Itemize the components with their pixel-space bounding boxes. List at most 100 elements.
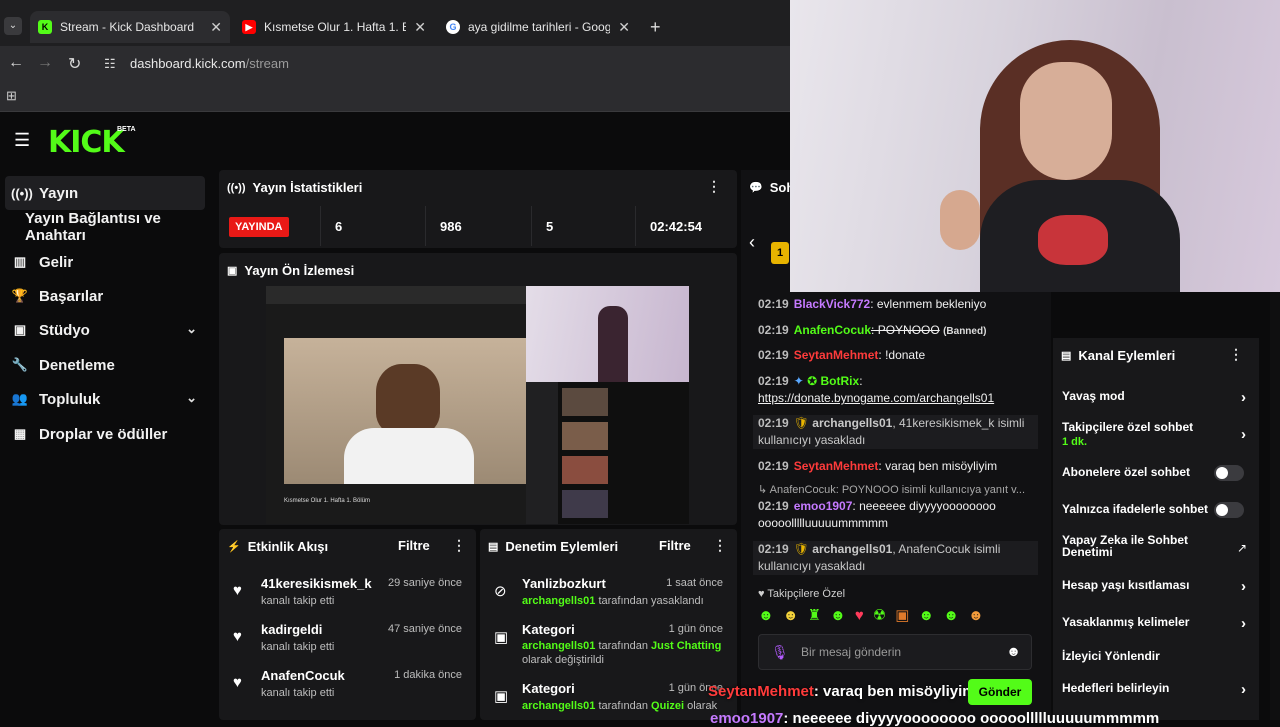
community-icon: 👥: [11, 391, 29, 406]
moderator-name[interactable]: archangells01: [522, 595, 595, 607]
category-icon: ▣: [494, 688, 509, 705]
external-link-icon[interactable]: ↗: [1237, 541, 1247, 555]
chat-username[interactable]: archangells01: [812, 542, 892, 556]
close-icon[interactable]: ✕: [210, 19, 222, 36]
action-subscribers-only[interactable]: Abonelere özel sohbet: [1062, 465, 1252, 481]
more-options-icon[interactable]: ⋮: [452, 537, 466, 554]
action-banned-words[interactable]: Yasaklanmış kelimeler ›: [1062, 615, 1252, 632]
moderation-target[interactable]: Kategori: [522, 622, 575, 637]
apps-grid-icon[interactable]: ⊞: [6, 88, 17, 104]
chat-username[interactable]: SeytanMehmet: [794, 459, 879, 473]
emote-3-icon[interactable]: ♜: [808, 607, 830, 624]
action-label: Hedefleri belirleyin: [1062, 681, 1170, 695]
emote-7-icon[interactable]: ▣: [895, 607, 918, 624]
action-slow-mode[interactable]: Yavaş mod ›: [1062, 389, 1252, 406]
chat-system-message: 02:19 🛡 archangells01, AnafenCocuk isimli…: [753, 541, 1038, 575]
chat-reply-preview[interactable]: ↳ AnafenCocuk: POYNOOO isimli kullanıcıy…: [758, 482, 1033, 499]
event-username[interactable]: kadirgeldi: [261, 622, 322, 637]
send-button[interactable]: Gönder: [968, 679, 1032, 705]
sidebar-item-gelir[interactable]: ▥ Gelir: [5, 245, 205, 279]
site-info-icon[interactable]: ☷: [104, 56, 116, 72]
tab-search-icon[interactable]: ⌄: [4, 17, 22, 35]
more-options-icon[interactable]: ⋮: [707, 178, 721, 195]
sidebar-item-basarilar[interactable]: 🏆 Başarılar: [5, 279, 205, 313]
kick-logo[interactable]: KICK: [48, 125, 125, 160]
url-field[interactable]: dashboard.kick.com/stream: [130, 56, 289, 71]
action-ai-moderation[interactable]: Yapay Zeka ile Sohbet Denetimi: [1062, 534, 1212, 558]
chat-username[interactable]: SeytanMehmet: [794, 348, 879, 362]
event-username[interactable]: 41keresikismek_k: [261, 576, 372, 591]
action-emotes-only[interactable]: Yalnızca ifadelerle sohbet: [1062, 502, 1252, 518]
action-account-age[interactable]: Hesap yaşı kısıtlaması ›: [1062, 578, 1252, 595]
pinned-badge-icon[interactable]: 1: [771, 242, 789, 264]
right-edge-panel: [1270, 292, 1280, 720]
reload-icon[interactable]: ↻: [68, 54, 81, 74]
filter-button[interactable]: Filtre: [659, 538, 691, 553]
emotes-only-toggle[interactable]: [1214, 502, 1244, 518]
sidebar-item-topluluk[interactable]: 👥 Topluluk ⌄: [5, 382, 205, 416]
panel-header: 💬 Soh: [749, 180, 794, 195]
tab-youtube[interactable]: ▶ Kısmetse Olur 1. Hafta 1. Bölüm ✕: [234, 11, 434, 43]
back-icon[interactable]: ←: [8, 54, 24, 72]
chevron-left-icon[interactable]: ‹: [749, 232, 755, 253]
chevron-right-icon: ›: [1241, 578, 1246, 595]
moderation-target[interactable]: Yanlizbozkurt: [522, 576, 606, 591]
forward-icon[interactable]: →: [37, 54, 53, 72]
panel-header: ▣ Yayın Ön İzlemesi: [227, 263, 354, 278]
chat-text: : !donate: [878, 348, 926, 362]
event-username[interactable]: AnafenCocuk: [261, 668, 345, 683]
emote-6-icon[interactable]: ☢: [873, 607, 895, 624]
preview-recommendations: [558, 382, 689, 524]
event-action: kanalı takip etti: [261, 687, 335, 699]
preview-icon: ▣: [227, 265, 238, 277]
action-raid-viewers[interactable]: İzleyici Yönlendir: [1062, 649, 1252, 663]
moderator-name[interactable]: archangells01: [522, 640, 595, 652]
menu-icon[interactable]: ☰: [14, 130, 30, 151]
emote-bar[interactable]: ☻☻♜☻♥☢▣☻☻☻: [758, 606, 1038, 628]
emote-2-icon[interactable]: ☻: [783, 607, 808, 624]
emote-9-icon[interactable]: ☻: [943, 607, 968, 624]
stream-preview-video[interactable]: Kısmetse Olur 1. Hafta 1. Bölüm: [266, 286, 689, 524]
moderator-name[interactable]: archangells01: [522, 700, 595, 712]
close-icon[interactable]: ✕: [618, 19, 630, 36]
sidebar-item-denetleme[interactable]: 🔧 Denetleme: [5, 348, 205, 382]
chat-message-input[interactable]: 🎙 Bir mesaj gönderin ☻: [758, 634, 1032, 670]
more-options-icon[interactable]: ⋮: [713, 537, 727, 554]
new-tab-icon[interactable]: +: [650, 17, 661, 38]
chevron-down-icon: ⌄: [186, 321, 197, 336]
activity-row: ♥ 41keresikismek_k kanalı takip etti 29 …: [219, 572, 476, 616]
chat-link[interactable]: https://donate.bynogame.com/archangells0…: [758, 391, 994, 405]
stat-value: 986: [440, 218, 462, 234]
more-options-icon[interactable]: ⋮: [1229, 346, 1243, 363]
sidebar-item-yayin[interactable]: ((•)) Yayın: [5, 176, 205, 210]
category-name: Just Chatting: [651, 640, 722, 652]
chat-username[interactable]: archangells01: [812, 416, 892, 430]
sidebar-item-droplar[interactable]: ▦ Droplar ve ödüller: [5, 417, 205, 451]
tab-google[interactable]: G aya gidilme tarihleri - Google'da ✕: [438, 11, 638, 43]
microphone-icon[interactable]: 🎙: [771, 644, 789, 661]
emoji-icon[interactable]: ☻: [1006, 643, 1021, 659]
filter-button[interactable]: Filtre: [398, 538, 430, 553]
heart-icon: ♥: [758, 588, 768, 600]
action-followers-only[interactable]: Takipçilere özel sohbet 1 dk. ›: [1062, 420, 1252, 448]
panel-title: Yayın İstatistikleri: [252, 180, 363, 195]
tab-kick-dashboard[interactable]: K Stream - Kick Dashboard ✕: [30, 11, 230, 43]
emote-10-icon[interactable]: ☻: [968, 607, 993, 624]
action-sublabel: 1 dk.: [1062, 436, 1088, 448]
chat-username[interactable]: emoo1907: [794, 499, 853, 513]
emote-8-icon[interactable]: ☻: [918, 607, 943, 624]
emote-4-icon[interactable]: ☻: [830, 607, 855, 624]
emote-1-icon[interactable]: ☻: [758, 607, 783, 624]
chat-username[interactable]: AnafenCocuk: [794, 323, 871, 337]
action-set-goals[interactable]: Hedefleri belirleyin ›: [1062, 681, 1252, 698]
stat-subs: 5: [531, 206, 637, 246]
chat-timestamp: 02:19: [758, 297, 789, 311]
chat-username[interactable]: BotRix: [821, 374, 860, 388]
sidebar-item-studyo[interactable]: ▣ Stüdyo ⌄: [5, 313, 205, 347]
emote-5-icon[interactable]: ♥: [855, 607, 873, 624]
close-icon[interactable]: ✕: [414, 19, 426, 36]
sidebar-item-stream-key[interactable]: Yayın Bağlantısı ve Anahtarı: [5, 210, 205, 244]
subscribers-only-toggle[interactable]: [1214, 465, 1244, 481]
moderation-target[interactable]: Kategori: [522, 681, 575, 696]
chat-username[interactable]: BlackVick772: [794, 297, 871, 311]
